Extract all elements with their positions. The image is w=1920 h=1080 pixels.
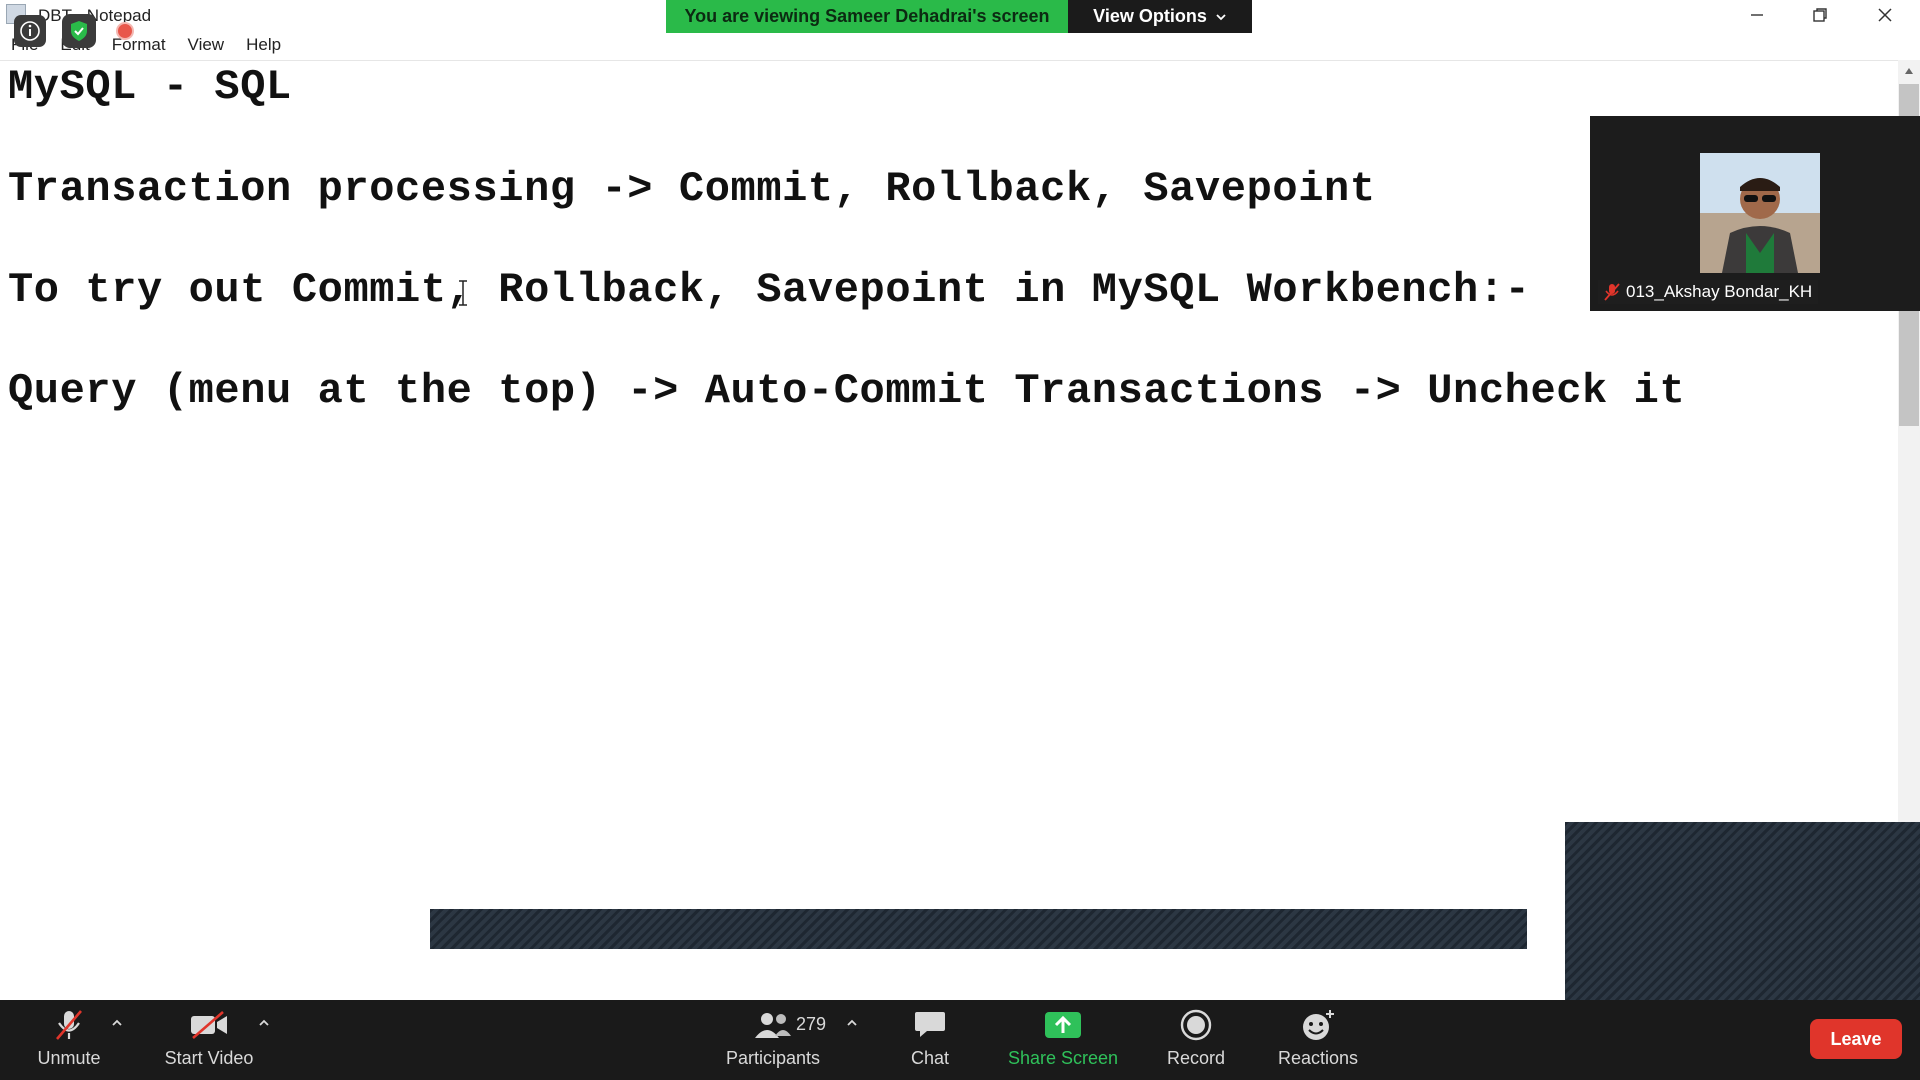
participant-avatar [1700, 153, 1820, 273]
meeting-toolbar: Unmute Start Video Participants 279 Chat… [0, 1000, 1920, 1080]
hidden-content-overlay [430, 909, 1527, 949]
document-line: Query (menu at the top) -> Auto-Commit T… [8, 367, 1686, 415]
participant-count: 279 [796, 1014, 827, 1034]
start-video-button[interactable]: Start Video [154, 1006, 264, 1076]
hidden-video-area [1565, 822, 1920, 1000]
minimize-button[interactable] [1727, 0, 1787, 30]
muted-mic-icon [1604, 283, 1620, 301]
scroll-up-arrow-icon[interactable] [1898, 62, 1920, 80]
share-screen-label: Share Screen [1007, 1048, 1119, 1068]
share-screen-button[interactable]: Share Screen [1002, 1006, 1124, 1076]
text-cursor-icon [459, 280, 467, 306]
shield-check-icon [71, 21, 87, 41]
audio-options-chevron-up-icon[interactable] [108, 1014, 126, 1032]
leave-meeting-button[interactable]: Leave [1810, 1019, 1902, 1059]
screen-share-banner: You are viewing Sameer Dehadrai's screen… [666, 0, 1252, 33]
participants-label: Participants [725, 1048, 821, 1068]
close-icon [1878, 8, 1892, 22]
restore-icon [1813, 8, 1827, 22]
recording-indicator-icon [116, 22, 134, 40]
record-icon [1180, 1009, 1212, 1041]
document-line: Transaction processing -> Commit, Rollba… [8, 165, 1376, 213]
reactions-button[interactable]: Reactions [1270, 1006, 1366, 1076]
video-off-icon [191, 1011, 227, 1039]
start-video-label: Start Video [164, 1048, 254, 1068]
document-line: To try out Commit, Rollback, Savepoint i… [8, 266, 1531, 314]
menu-help[interactable]: Help [235, 32, 292, 58]
view-options-label: View Options [1093, 6, 1207, 26]
chat-label: Chat [910, 1048, 950, 1068]
menu-format[interactable]: Format [101, 32, 177, 58]
participants-options-chevron-up-icon[interactable] [843, 1014, 861, 1032]
close-button[interactable] [1855, 0, 1915, 30]
participant-name-label: 013_Akshay Bondar_KH [1598, 280, 1819, 304]
record-label: Record [1166, 1048, 1226, 1068]
info-icon [20, 21, 40, 41]
chat-icon [915, 1012, 945, 1037]
reactions-smiley-icon [1303, 1010, 1334, 1040]
security-shield-button[interactable] [62, 14, 96, 48]
menu-bar: File Edit Format View Help [0, 32, 1900, 58]
unmute-button[interactable]: Unmute [26, 1006, 112, 1076]
unmute-label: Unmute [37, 1048, 101, 1068]
record-button[interactable]: Record [1160, 1006, 1232, 1076]
meeting-info-button[interactable] [14, 15, 46, 47]
menu-view[interactable]: View [177, 32, 236, 58]
viewing-screen-text: You are viewing Sameer Dehadrai's screen [666, 0, 1068, 33]
restore-button[interactable] [1790, 0, 1850, 30]
view-options-button[interactable]: View Options [1068, 0, 1252, 33]
minimize-icon [1751, 14, 1763, 16]
muted-mic-icon [56, 1010, 82, 1040]
chat-button[interactable]: Chat [900, 1006, 960, 1076]
participant-video-tile[interactable]: 013_Akshay Bondar_KH [1590, 116, 1920, 311]
chevron-down-icon [1216, 13, 1226, 20]
share-screen-icon [1045, 1012, 1081, 1038]
document-line: MySQL - SQL [8, 63, 292, 111]
video-options-chevron-up-icon[interactable] [255, 1014, 273, 1032]
reactions-label: Reactions [1277, 1048, 1359, 1068]
participant-name: 013_Akshay Bondar_KH [1626, 282, 1813, 301]
participants-icon [755, 1013, 791, 1038]
